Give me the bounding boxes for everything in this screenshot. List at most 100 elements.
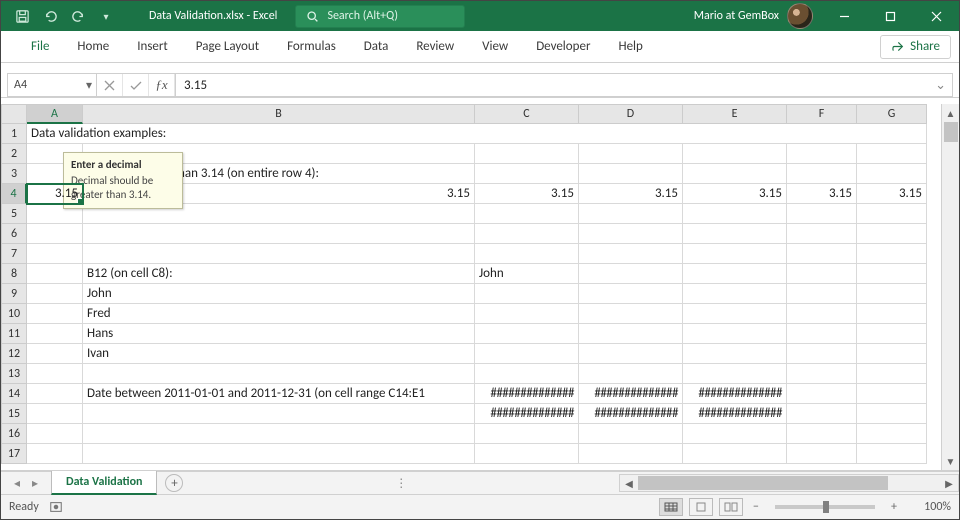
cell-D4[interactable]: 3.15: [579, 184, 683, 204]
cell-F3[interactable]: [787, 164, 857, 184]
cell-G4[interactable]: 3.15: [857, 184, 927, 204]
row-header-11[interactable]: 11: [1, 324, 27, 344]
cell-G11[interactable]: [857, 324, 927, 344]
undo-icon[interactable]: [37, 2, 63, 30]
cell-G5[interactable]: [857, 204, 927, 224]
cell-C8[interactable]: John: [475, 264, 579, 284]
tab-help[interactable]: Help: [604, 31, 656, 63]
row-header-3[interactable]: 3: [1, 164, 27, 184]
column-header-A[interactable]: A: [27, 104, 83, 124]
cell-F13[interactable]: [787, 364, 857, 384]
tab-data[interactable]: Data: [350, 31, 403, 63]
cell-F11[interactable]: [787, 324, 857, 344]
cell-E14[interactable]: ##############: [683, 384, 787, 404]
cell-F16[interactable]: [787, 424, 857, 444]
cell-E9[interactable]: [683, 284, 787, 304]
zoom-out-icon[interactable]: −: [749, 500, 763, 514]
maximize-button[interactable]: [867, 1, 913, 31]
formula-input[interactable]: 3.15 ⌄: [176, 73, 953, 97]
zoom-in-icon[interactable]: +: [887, 500, 901, 514]
cell-F9[interactable]: [787, 284, 857, 304]
cell-F17[interactable]: [787, 444, 857, 464]
cell-C14[interactable]: ##############: [475, 384, 579, 404]
cell-F8[interactable]: [787, 264, 857, 284]
macro-record-icon[interactable]: [49, 500, 63, 514]
cell-D5[interactable]: [579, 204, 683, 224]
row-header-2[interactable]: 2: [1, 144, 27, 164]
cell-C6[interactable]: [475, 224, 579, 244]
tab-developer[interactable]: Developer: [522, 31, 604, 63]
zoom-level[interactable]: 100%: [907, 500, 951, 514]
cell-G10[interactable]: [857, 304, 927, 324]
cell-G12[interactable]: [857, 344, 927, 364]
cell-D7[interactable]: [579, 244, 683, 264]
row-header-4[interactable]: 4: [1, 184, 27, 204]
cell-G6[interactable]: [857, 224, 927, 244]
view-normal-icon[interactable]: [659, 498, 683, 516]
cell-D12[interactable]: [579, 344, 683, 364]
cell-G15[interactable]: [857, 404, 927, 424]
cell-B17[interactable]: [83, 444, 475, 464]
cell-C17[interactable]: [475, 444, 579, 464]
minimize-button[interactable]: [821, 1, 867, 31]
row-header-1[interactable]: 1: [1, 124, 27, 144]
zoom-knob[interactable]: [823, 501, 829, 513]
cell-E8[interactable]: [683, 264, 787, 284]
expand-formula-icon[interactable]: ⌄: [935, 78, 946, 93]
tab-home[interactable]: Home: [63, 31, 123, 63]
fx-icon[interactable]: ƒx: [149, 74, 175, 96]
row-header-15[interactable]: 15: [1, 404, 27, 424]
tab-page-layout[interactable]: Page Layout: [182, 31, 273, 63]
sheet-nav[interactable]: ◂▸: [1, 476, 51, 491]
search-input[interactable]: Search (Alt+Q): [295, 5, 465, 28]
cell-D13[interactable]: [579, 364, 683, 384]
cell-G7[interactable]: [857, 244, 927, 264]
cell-E16[interactable]: [683, 424, 787, 444]
cell-B12[interactable]: Ivan: [83, 344, 475, 364]
cell-B16[interactable]: [83, 424, 475, 444]
cell-D15[interactable]: ##############: [579, 404, 683, 424]
cell-A6[interactable]: [27, 224, 83, 244]
cell-A4[interactable]: 3.15: [27, 184, 83, 204]
cell-C3[interactable]: [475, 164, 579, 184]
cell-D2[interactable]: [579, 144, 683, 164]
tab-insert[interactable]: Insert: [123, 31, 182, 63]
cell-D3[interactable]: [579, 164, 683, 184]
tab-file[interactable]: File: [17, 31, 63, 63]
cell-G2[interactable]: [857, 144, 927, 164]
cell-E11[interactable]: [683, 324, 787, 344]
cell-E6[interactable]: [683, 224, 787, 244]
row-header-9[interactable]: 9: [1, 284, 27, 304]
cell-C4[interactable]: 3.15: [475, 184, 579, 204]
cell-F7[interactable]: [787, 244, 857, 264]
row-header-14[interactable]: 14: [1, 384, 27, 404]
cell-D8[interactable]: [579, 264, 683, 284]
cell-E13[interactable]: [683, 364, 787, 384]
cell-C7[interactable]: [475, 244, 579, 264]
cell-C11[interactable]: [475, 324, 579, 344]
cell-B14[interactable]: Date between 2011-01-01 and 2011-12-31 (…: [83, 384, 475, 404]
enter-formula-icon[interactable]: [123, 74, 149, 96]
row-header-5[interactable]: 5: [1, 204, 27, 224]
cell-E15[interactable]: ##############: [683, 404, 787, 424]
cell-E5[interactable]: [683, 204, 787, 224]
select-all-corner[interactable]: [1, 104, 27, 124]
cell-A8[interactable]: [27, 264, 83, 284]
save-icon[interactable]: [9, 2, 35, 30]
cell-B10[interactable]: Fred: [83, 304, 475, 324]
cell-A13[interactable]: [27, 364, 83, 384]
name-box[interactable]: A4 ▾: [7, 73, 97, 97]
cell-F12[interactable]: [787, 344, 857, 364]
cell-B7[interactable]: [83, 244, 475, 264]
cell-C12[interactable]: [475, 344, 579, 364]
cell-G13[interactable]: [857, 364, 927, 384]
cell-D9[interactable]: [579, 284, 683, 304]
cell-F10[interactable]: [787, 304, 857, 324]
tab-formulas[interactable]: Formulas: [273, 31, 350, 63]
row-header-16[interactable]: 16: [1, 424, 27, 444]
tab-view[interactable]: View: [468, 31, 522, 63]
cell-F2[interactable]: [787, 144, 857, 164]
cell-E17[interactable]: [683, 444, 787, 464]
row-header-7[interactable]: 7: [1, 244, 27, 264]
scroll-down-icon[interactable]: ▼: [942, 452, 959, 470]
